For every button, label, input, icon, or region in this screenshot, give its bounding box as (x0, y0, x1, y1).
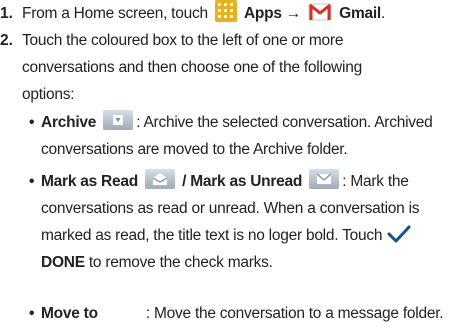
archive-text-1: : Archive the selected conversation. Arc… (136, 114, 433, 131)
move-to-label: Move to (41, 305, 98, 322)
archive-line-2: conversations are moved to the Archive f… (41, 141, 348, 158)
step-number-1: 1. (0, 5, 13, 22)
apps-grid-icon (214, 0, 237, 22)
bullet-archive: • (29, 114, 35, 131)
done-label: DONE (41, 254, 85, 271)
mark-slash: / (182, 173, 187, 190)
step-number-2: 2. (0, 32, 13, 49)
gmail-label: Gmail (339, 5, 381, 22)
archive-label: Archive (41, 114, 97, 131)
mark-text-1: : Mark the (342, 173, 409, 190)
mark-line-2: conversations as read or unread. When a … (41, 200, 420, 217)
mark-text-3: marked as read, the title text is no log… (41, 227, 383, 244)
check-mark-icon (387, 225, 411, 243)
archive-line-1: Archive : Archive the selected conversat… (41, 109, 433, 136)
arrow-glyph: → (285, 5, 302, 22)
apps-label: Apps (243, 5, 282, 22)
step-2-line-1: Touch the coloured box to the left of on… (22, 32, 344, 49)
step-2-line-2: conversations and then choose one of the… (22, 59, 362, 76)
step-1-text: From a Home screen, touch Apps → Gmail. (22, 0, 385, 27)
mark-line-1: Mark as Read / Mark as Unread : Mark the (41, 168, 409, 195)
bullet-mark: • (29, 173, 35, 190)
move-text-1: : Move the conversation to a message fol… (145, 305, 444, 322)
archive-icon (103, 110, 134, 130)
mark-as-read-label: Mark as Read (41, 173, 138, 190)
mark-line-3: marked as read, the title text is no log… (41, 222, 412, 249)
mark-text-4: to remove the check marks. (88, 254, 273, 271)
step-1-prefix: From a Home screen, touch (22, 5, 208, 22)
step-1-period: . (381, 5, 386, 22)
manual-page: 1. From a Home screen, touch Apps → Gmai… (0, 0, 462, 330)
mark-as-read-icon (145, 169, 176, 189)
mark-as-unread-icon (309, 169, 340, 189)
step-2-line-3: options: (22, 86, 75, 103)
gmail-icon (308, 3, 332, 21)
mark-as-unread-label: Mark as Unread (190, 173, 303, 190)
mark-line-4: DONE to remove the check marks. (41, 249, 273, 276)
move-line-1: Move to : Move the conversation to a mes… (41, 300, 444, 327)
bullet-move: • (29, 305, 35, 322)
